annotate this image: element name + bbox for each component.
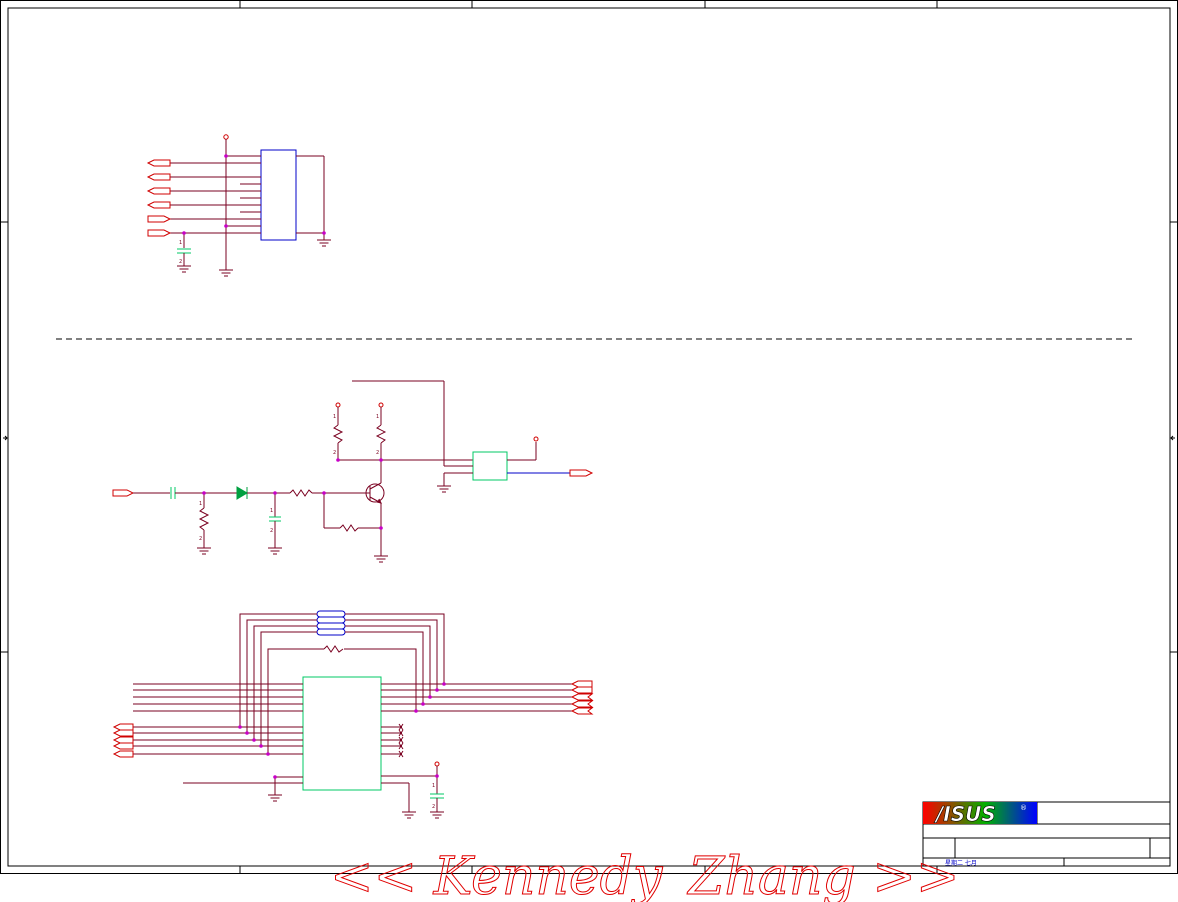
transistor-icon	[365, 482, 385, 504]
logic-chip	[472, 451, 508, 481]
logo-text: /ISUS	[934, 802, 996, 826]
net-port-icon	[112, 723, 134, 758]
pin-number: 1	[333, 414, 336, 420]
schematic-canvas: 1 2 1 2 1 2 1 2 1 2 1 2 /ISUS ® 星期二 七月 <…	[0, 0, 1178, 902]
power-port-icon	[223, 134, 229, 140]
connector-chip	[260, 149, 297, 241]
pin-number: 2	[270, 528, 273, 534]
drawing-frame	[0, 0, 1178, 874]
power-port-icon	[533, 436, 539, 442]
pin-number: 2	[199, 536, 202, 542]
net-port-icon	[570, 680, 594, 715]
diode-icon	[236, 486, 248, 500]
buffer-circuit	[112, 610, 594, 819]
power-port-icon	[434, 761, 440, 767]
watermark-text: << Kennedy_Zhang >>	[330, 847, 959, 902]
ferrite-bead-icon	[316, 610, 346, 636]
pin-number: 2	[179, 259, 182, 265]
pin-number: 2	[432, 804, 435, 810]
ground-icon	[177, 239, 331, 277]
transistor-circuit	[112, 380, 594, 563]
resistor-icon	[375, 424, 387, 444]
pin-number: 1	[376, 414, 379, 420]
connector-circuit	[146, 134, 331, 277]
ground-icon	[268, 794, 444, 819]
pin-number: 1	[199, 501, 202, 507]
net-port-icon	[146, 159, 172, 237]
net-port-icon	[112, 489, 135, 497]
resistor-icon	[198, 507, 210, 531]
resistor-icon	[289, 489, 313, 497]
asus-logo: /ISUS ®	[923, 802, 1037, 826]
pin-numbers: 1 2 1 2 1 2 1 2 1 2 1 2	[179, 240, 435, 810]
pin-number: 2	[376, 450, 379, 456]
power-port-icon	[378, 402, 384, 408]
pin-number: 1	[270, 508, 273, 514]
pin-number: 1	[179, 240, 182, 246]
resistor-icon	[323, 645, 344, 653]
buffer-chip	[302, 676, 382, 791]
resistor-icon	[339, 524, 359, 532]
power-port-icon	[335, 402, 341, 408]
registered-mark: ®	[1020, 804, 1027, 812]
pin-number: 1	[432, 783, 435, 789]
net-port-icon	[569, 469, 594, 477]
resistor-icon	[332, 424, 344, 444]
pin-number: 2	[333, 450, 336, 456]
